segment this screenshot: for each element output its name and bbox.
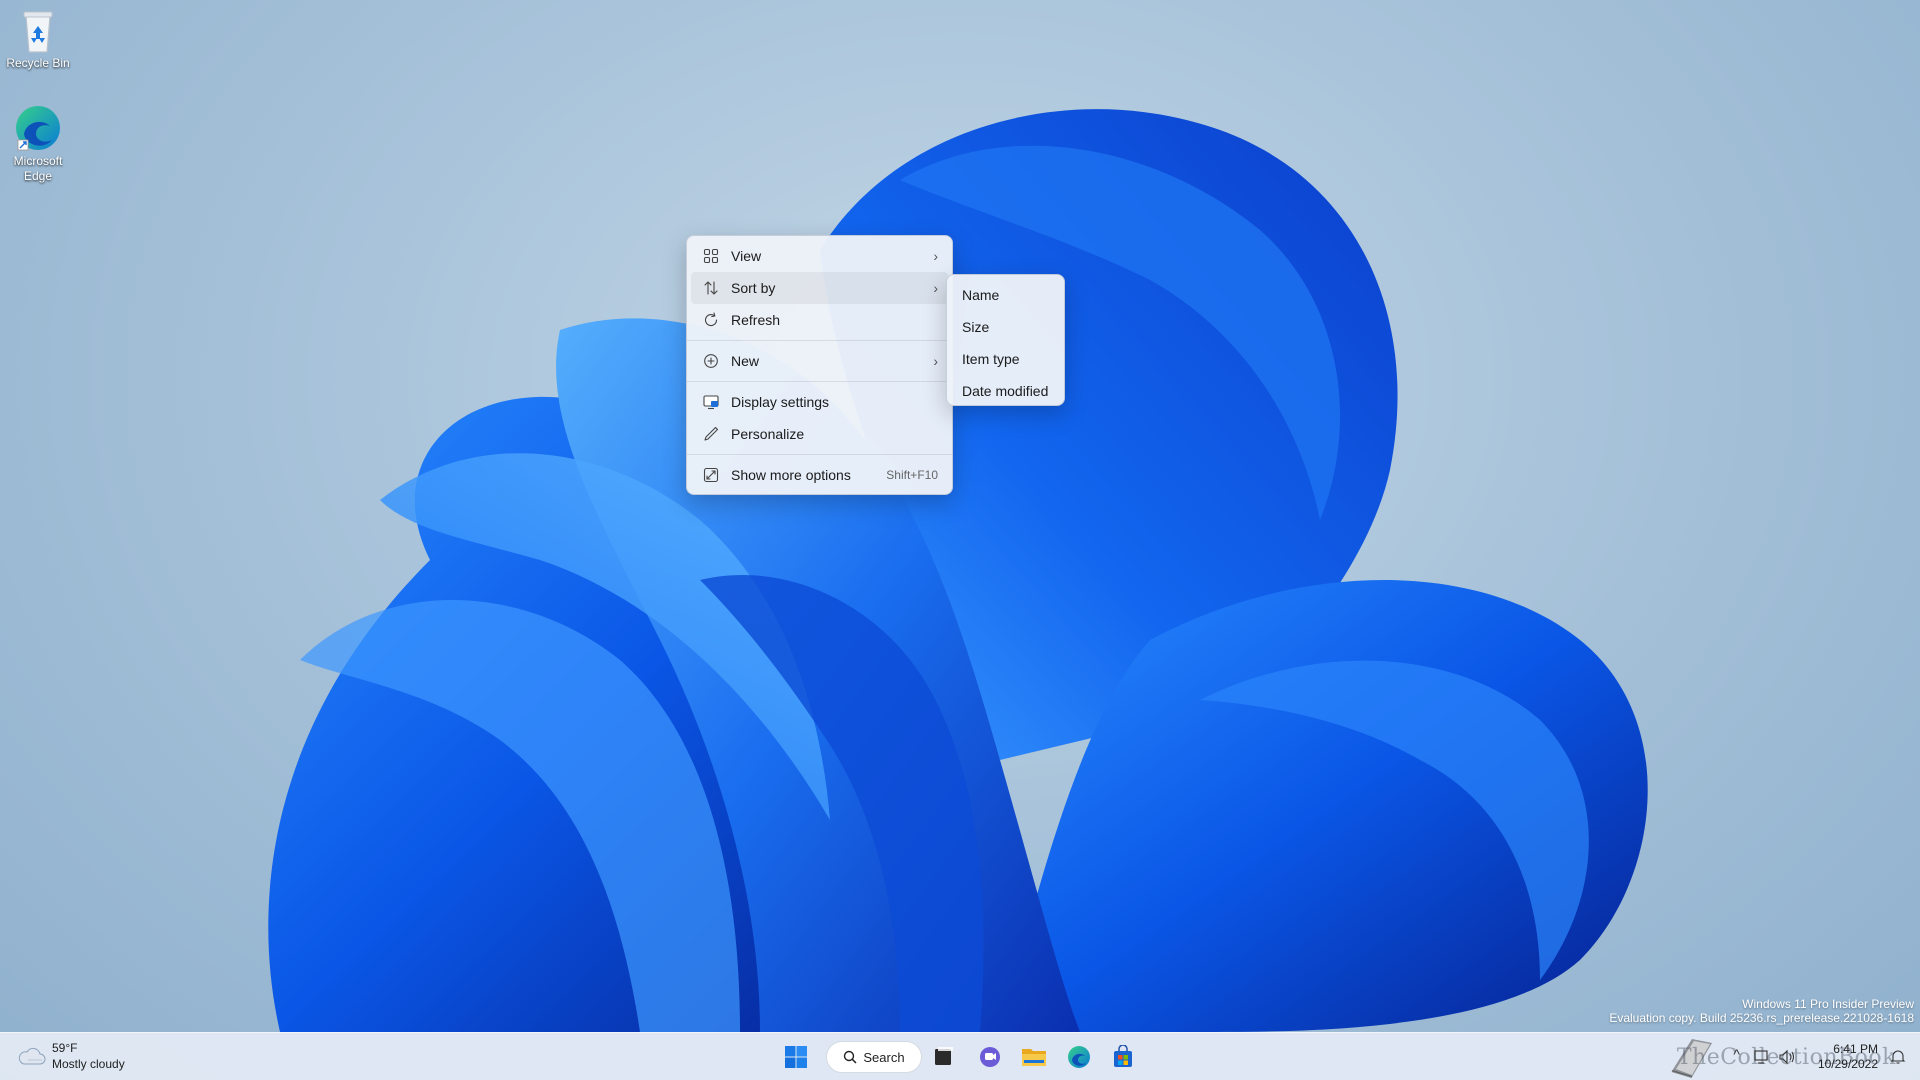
notification-icon[interactable] (1890, 1049, 1906, 1065)
chevron-right-icon: › (933, 248, 938, 264)
expand-icon (703, 467, 719, 483)
chevron-up-icon[interactable]: ^ (1733, 1046, 1740, 1062)
start-button[interactable] (778, 1039, 814, 1075)
sort-by-size[interactable]: Size (950, 311, 1061, 343)
display-icon (703, 395, 719, 410)
menu-item-personalize[interactable]: Personalize (691, 418, 948, 450)
shortcut-hint: Shift+F10 (886, 468, 938, 482)
wallpaper-bloom (268, 109, 1648, 1032)
edge-taskbar-button[interactable] (1061, 1039, 1097, 1075)
search-label: Search (863, 1049, 905, 1065)
desktop-icon-edge[interactable]: Microsoft Edge (0, 104, 76, 184)
weather-temperature: 59°F (52, 1041, 78, 1055)
menu-item-sort-by-label: Sort by (731, 280, 776, 296)
menu-item-display-settings[interactable]: Display settings (691, 386, 948, 418)
edge-label: Microsoft Edge (13, 154, 63, 183)
menu-separator (687, 340, 952, 341)
plus-circle-icon (704, 354, 718, 368)
desktop[interactable]: Recycle Bin Microsoft Edge View › Sort b… (0, 0, 1920, 1080)
store-button[interactable] (1105, 1039, 1141, 1075)
volume-icon[interactable] (1778, 1049, 1796, 1065)
menu-item-refresh[interactable]: Refresh (691, 304, 948, 336)
desktop-context-menu: View › Sort by › Refresh New › Display s… (686, 235, 953, 495)
desktop-icon-recycle-bin[interactable]: Recycle Bin (0, 8, 76, 71)
menu-separator (687, 454, 952, 455)
file-explorer-icon (1022, 1049, 1046, 1066)
watermark-build: Evaluation copy. Build 25236.rs_prerelea… (1609, 1011, 1914, 1025)
sort-by-size-label: Size (962, 319, 990, 335)
grid-view-icon (703, 248, 719, 264)
menu-item-refresh-label: Refresh (731, 312, 781, 328)
menu-item-sort-by[interactable]: Sort by › (691, 272, 948, 304)
weather-condition: Mostly cloudy (52, 1057, 125, 1071)
menu-item-personalize-label: Personalize (731, 426, 805, 442)
edge-icon (1068, 1046, 1090, 1068)
weather-widget[interactable]: 59°F Mostly cloudy (16, 1040, 125, 1072)
refresh-icon (704, 312, 718, 327)
menu-item-new-label: New (731, 353, 760, 369)
menu-separator (687, 381, 952, 382)
sort-by-submenu: Name Size Item type Date modified (946, 274, 1065, 406)
menu-item-new[interactable]: New › (691, 345, 948, 377)
file-explorer-button[interactable] (1016, 1039, 1052, 1075)
sort-by-date-modified[interactable]: Date modified (950, 375, 1061, 407)
menu-item-display-settings-label: Display settings (731, 394, 830, 410)
taskbar: 59°F Mostly cloudy Search TheCollectionB… (0, 1032, 1920, 1080)
recycle-bin-label: Recycle Bin (6, 56, 70, 70)
sort-by-name[interactable]: Name (950, 279, 1061, 311)
cloud-icon (18, 1047, 46, 1065)
menu-item-view-label: View (731, 248, 762, 264)
task-view-icon (935, 1047, 953, 1065)
taskbar-clock[interactable]: 6:41 PM 10/29/2022 (1818, 1042, 1878, 1072)
menu-item-show-more-options-label: Show more options (731, 467, 851, 483)
watermark-edition: Windows 11 Pro Insider Preview (1742, 997, 1914, 1011)
clock-time: 6:41 PM (1833, 1042, 1878, 1056)
sort-by-item-type[interactable]: Item type (950, 343, 1061, 375)
task-view-button[interactable] (926, 1039, 962, 1075)
sort-by-date-modified-label: Date modified (962, 383, 1049, 399)
chevron-right-icon: › (933, 353, 938, 369)
pen-icon (704, 426, 719, 441)
network-icon[interactable] (1754, 1049, 1770, 1065)
sort-arrows-icon (704, 281, 718, 295)
sort-by-name-label: Name (962, 287, 1000, 303)
evaluation-watermark: Windows 11 Pro Insider Preview Evaluatio… (1609, 997, 1914, 1025)
menu-item-show-more-options[interactable]: Show more options Shift+F10 (691, 459, 948, 491)
clock-date: 10/29/2022 (1817, 1057, 1878, 1071)
chevron-right-icon: › (933, 280, 938, 296)
recycle-bin-icon (23, 11, 53, 53)
chat-button[interactable] (972, 1039, 1008, 1075)
sort-by-item-type-label: Item type (962, 351, 1020, 367)
edge-icon (16, 106, 60, 151)
store-icon (1114, 1045, 1132, 1067)
chat-icon (980, 1047, 1000, 1067)
start-icon (785, 1046, 807, 1068)
search-icon (844, 1050, 857, 1064)
menu-item-view[interactable]: View › (691, 240, 948, 272)
taskbar-search[interactable]: Search (826, 1041, 922, 1073)
